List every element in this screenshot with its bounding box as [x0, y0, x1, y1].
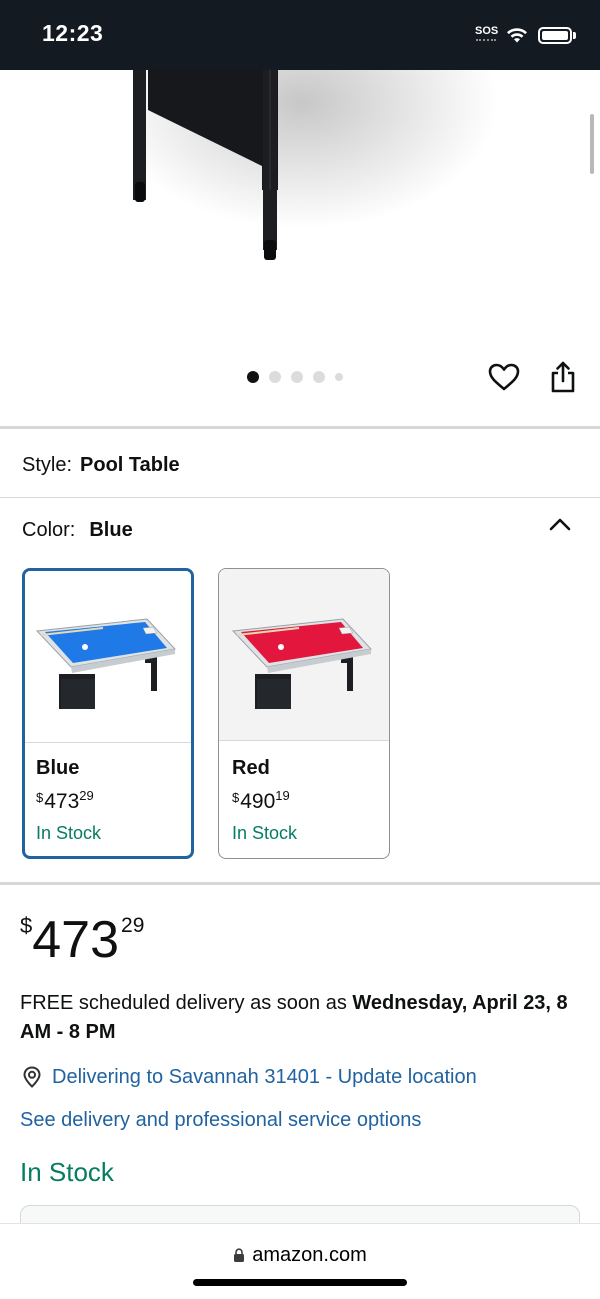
sos-indicator: SOS: [475, 25, 499, 37]
product-image-gallery[interactable]: [0, 70, 600, 426]
product-price: $47329: [20, 910, 144, 970]
image-pager[interactable]: [247, 371, 343, 383]
style-label: Style:: [22, 454, 73, 476]
price-fraction: 29: [121, 914, 145, 937]
pager-dot-1[interactable]: [247, 371, 259, 383]
chevron-up-icon[interactable]: [548, 516, 572, 532]
style-value: Pool Table: [80, 454, 180, 476]
section-divider: [0, 497, 600, 498]
scroll-indicator[interactable]: [590, 114, 594, 174]
location-pin-icon: [23, 1066, 41, 1088]
swatch-stock-status: In Stock: [232, 823, 298, 843]
url-text: amazon.com: [252, 1244, 367, 1266]
url-display[interactable]: amazon.com: [0, 1244, 600, 1267]
heart-icon[interactable]: [487, 362, 521, 392]
style-selector[interactable]: Style: Pool Table: [22, 454, 180, 477]
status-time: 12:23: [42, 20, 104, 46]
color-value: Blue: [89, 519, 133, 541]
battery-icon: [538, 27, 572, 44]
pager-dot-4[interactable]: [313, 371, 325, 383]
blue-pool-table-image: [35, 618, 176, 709]
swatch-name: Red: [232, 757, 270, 779]
pager-dot-3[interactable]: [291, 371, 303, 383]
section-divider: [0, 426, 600, 429]
swatch-image: [219, 569, 389, 741]
pager-dot-2[interactable]: [269, 371, 281, 383]
update-location-link[interactable]: Delivering to Savannah 31401 - Update lo…: [20, 1065, 477, 1089]
location-link-text[interactable]: Delivering to Savannah 31401 - Update lo…: [52, 1066, 477, 1089]
battery-cap: [573, 32, 576, 39]
lock-icon: [234, 1248, 245, 1262]
availability-status: In Stock: [20, 1157, 114, 1187]
price-symbol: $: [20, 913, 33, 938]
color-selector-header[interactable]: Color: Blue: [22, 519, 133, 542]
signal-dots: [476, 39, 496, 42]
price-whole: 473: [32, 911, 120, 969]
color-label: Color:: [22, 519, 76, 541]
status-bar: 12:23 SOS: [0, 0, 600, 70]
color-option-blue[interactable]: Blue $47329 In Stock: [22, 568, 194, 859]
wifi-icon: [507, 28, 527, 43]
swatch-stock-status: In Stock: [36, 823, 102, 843]
home-indicator[interactable]: [193, 1279, 407, 1286]
delivery-service-options-link[interactable]: See delivery and professional service op…: [20, 1109, 421, 1132]
swatch-price: $47329: [36, 788, 94, 813]
browser-address-bar[interactable]: amazon.com: [0, 1223, 600, 1299]
delivery-prefix: FREE scheduled delivery as soon as: [20, 992, 353, 1014]
share-icon[interactable]: [548, 360, 578, 394]
swatch-price: $49019: [232, 788, 290, 813]
red-pool-table-image: [231, 618, 372, 709]
color-option-red[interactable]: Red $49019 In Stock: [218, 568, 390, 859]
swatch-name: Blue: [36, 757, 80, 779]
pager-dot-5[interactable]: [335, 373, 343, 381]
section-divider: [0, 882, 600, 885]
swatch-image: [25, 571, 191, 743]
delivery-message: FREE scheduled delivery as soon as Wedne…: [20, 989, 580, 1047]
product-image-pool-table: [130, 70, 278, 260]
